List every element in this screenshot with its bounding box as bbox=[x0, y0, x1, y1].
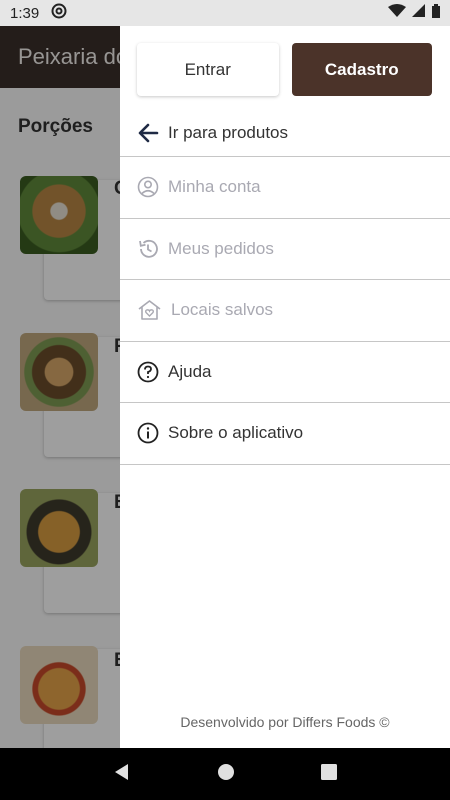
back-to-products-item[interactable]: Ir para produtos bbox=[120, 109, 450, 157]
back-to-products-label: Ir para produtos bbox=[168, 122, 289, 142]
info-circle-icon bbox=[137, 422, 159, 444]
help-circle-icon bbox=[137, 361, 159, 383]
wifi-icon bbox=[388, 4, 406, 22]
nav-recents-icon[interactable] bbox=[321, 763, 337, 785]
my-orders-label: Meus pedidos bbox=[168, 238, 274, 258]
nav-home-icon[interactable] bbox=[217, 763, 235, 786]
my-account-label: Minha conta bbox=[168, 177, 261, 197]
status-time: 1:39 bbox=[10, 4, 40, 22]
arrow-left-icon bbox=[137, 122, 159, 144]
about-label: Sobre o aplicativo bbox=[168, 423, 304, 443]
help-label: Ajuda bbox=[168, 361, 212, 381]
status-bar: 1:39 bbox=[0, 0, 450, 26]
at-sign-icon bbox=[51, 3, 67, 23]
user-circle-icon bbox=[137, 176, 159, 198]
history-icon bbox=[137, 238, 159, 260]
signal-icon bbox=[412, 4, 426, 22]
saved-places-label: Locais salvos bbox=[171, 300, 274, 320]
footer-credits: Desenvolvido por Differs Foods © bbox=[180, 714, 390, 730]
help-item[interactable]: Ajuda bbox=[120, 342, 450, 403]
nav-back-icon[interactable] bbox=[113, 763, 131, 786]
signup-button[interactable]: Cadastro bbox=[291, 43, 432, 96]
battery-icon bbox=[432, 4, 440, 22]
auth-buttons: Entrar Cadastro bbox=[120, 26, 450, 109]
saved-places-item[interactable]: Locais salvos bbox=[120, 280, 450, 342]
about-item[interactable]: Sobre o aplicativo bbox=[120, 403, 450, 465]
login-button[interactable]: Entrar bbox=[137, 43, 279, 96]
home-heart-icon bbox=[137, 299, 162, 321]
navigation-drawer: Entrar Cadastro Ir para produtos Minha c… bbox=[120, 26, 450, 748]
my-account-item[interactable]: Minha conta bbox=[120, 157, 450, 219]
my-orders-item[interactable]: Meus pedidos bbox=[120, 219, 450, 280]
system-nav-bar bbox=[0, 748, 450, 800]
